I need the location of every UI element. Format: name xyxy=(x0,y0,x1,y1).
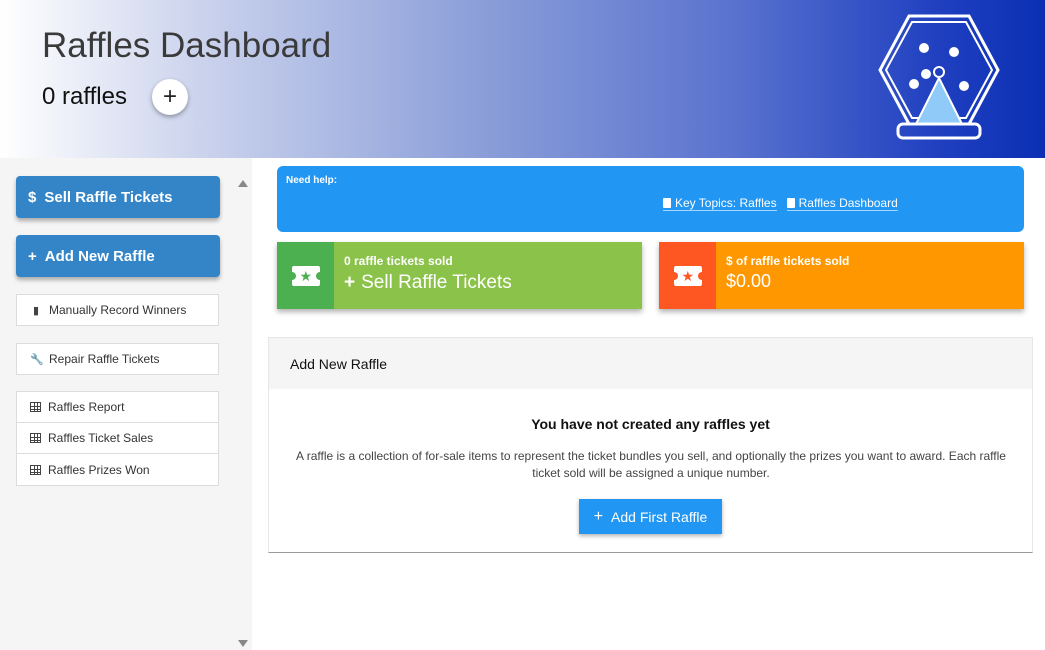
revenue-label: $ of raffle tickets sold xyxy=(726,254,850,268)
ticket-star-icon: ★ xyxy=(669,265,706,286)
scroll-down-arrow-icon[interactable] xyxy=(238,640,248,647)
ticket-icon-area: ★ xyxy=(659,242,716,309)
help-links: Key Topics: Raffles Raffles Dashboard xyxy=(663,196,898,211)
add-new-raffle-button[interactable]: + Add New Raffle xyxy=(16,235,220,277)
raffle-drum-icon xyxy=(878,14,1000,140)
help-banner: Need help: Key Topics: Raffles Raffles D… xyxy=(277,166,1024,232)
plus-icon: + xyxy=(593,507,604,525)
revenue-amount: $0.00 xyxy=(726,271,772,291)
raffle-count: 0 raffles xyxy=(42,83,127,110)
table-icon xyxy=(30,433,41,443)
repair-raffle-tickets-label: Repair Raffle Tickets xyxy=(49,352,160,366)
key-topics-link[interactable]: Key Topics: Raffles xyxy=(663,196,777,211)
raffles-ticket-sales-link[interactable]: Raffles Ticket Sales xyxy=(17,423,218,454)
ticket-icon: ▮ xyxy=(32,304,40,317)
add-new-raffle-panel: Add New Raffle You have not created any … xyxy=(268,337,1033,553)
tickets-sold-card: ★ 0 raffle tickets sold + Sell Raffle Ti… xyxy=(277,242,642,309)
add-raffle-button[interactable]: + xyxy=(152,79,188,115)
raffles-dashboard-help-link[interactable]: Raffles Dashboard xyxy=(786,196,898,211)
repair-raffle-tickets-link[interactable]: 🔧 Repair Raffle Tickets xyxy=(16,343,219,375)
raffles-dashboard-help-label: Raffles Dashboard xyxy=(798,196,898,210)
manually-record-winners-label: Manually Record Winners xyxy=(49,303,187,317)
document-icon xyxy=(663,198,671,208)
page-title: Raffles Dashboard xyxy=(42,26,332,65)
ticket-icon-area: ★ xyxy=(277,242,334,309)
report-label: Raffles Ticket Sales xyxy=(48,431,154,445)
table-icon xyxy=(30,402,41,412)
reports-list: Raffles Report Raffles Ticket Sales Raff… xyxy=(16,391,219,486)
panel-title: Add New Raffle xyxy=(269,338,1032,389)
sell-raffle-tickets-card-label: Sell Raffle Tickets xyxy=(361,272,512,293)
sidebar: $ Sell Raffle Tickets + Add New Raffle ▮… xyxy=(0,158,252,650)
tickets-revenue-card: ★ $ of raffle tickets sold $0.00 xyxy=(659,242,1024,309)
wrench-icon: 🔧 xyxy=(30,353,44,366)
raffles-report-link[interactable]: Raffles Report xyxy=(17,392,218,423)
sell-raffle-tickets-button[interactable]: $ Sell Raffle Tickets xyxy=(16,176,220,218)
header: Raffles Dashboard 0 raffles + xyxy=(0,0,1045,158)
manually-record-winners-link[interactable]: ▮ Manually Record Winners xyxy=(16,294,219,326)
dollar-icon: $ xyxy=(28,188,37,206)
help-title: Need help: xyxy=(286,175,338,186)
table-icon xyxy=(30,464,41,475)
raffles-prizes-won-link[interactable]: Raffles Prizes Won xyxy=(17,454,218,485)
plus-icon: + xyxy=(344,272,356,293)
sell-raffle-tickets-label: Sell Raffle Tickets xyxy=(44,188,173,206)
add-new-raffle-label: Add New Raffle xyxy=(44,247,155,265)
add-first-raffle-label: Add First Raffle xyxy=(611,508,708,525)
plus-icon: + xyxy=(28,247,37,265)
empty-state-title: You have not created any raffles yet xyxy=(531,416,770,432)
tickets-sold-label: 0 raffle tickets sold xyxy=(344,254,453,268)
document-icon xyxy=(786,198,795,208)
key-topics-label: Key Topics: Raffles xyxy=(675,196,777,210)
ticket-star-icon: ★ xyxy=(287,265,324,286)
scroll-up-arrow-icon[interactable] xyxy=(238,180,248,187)
report-label: Raffles Prizes Won xyxy=(48,462,150,477)
sell-raffle-tickets-card-button[interactable]: + Sell Raffle Tickets xyxy=(344,272,642,294)
add-first-raffle-button[interactable]: + Add First Raffle xyxy=(579,499,722,534)
sidebar-scrollbar[interactable] xyxy=(236,158,250,650)
report-label: Raffles Report xyxy=(48,400,125,414)
empty-state-description: A raffle is a collection of for-sale ite… xyxy=(296,449,1006,480)
